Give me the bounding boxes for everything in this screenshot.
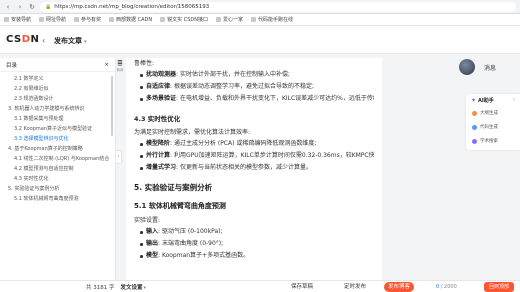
tool-icon [472, 110, 477, 116]
heading-experiment: 5. 实验验证与案例分析 [134, 183, 213, 192]
bookmark-item[interactable]: 爱心一家 [216, 16, 243, 23]
toc-item[interactable]: 2.2 有限维近似 [6, 84, 111, 94]
toc-title: 目录 [6, 62, 18, 69]
bookmark-item[interactable]: 西部数据 CADN [109, 16, 152, 23]
toc-item[interactable]: 4.1 线性二次控制 (LQR) 与Koopman结合 [6, 154, 111, 164]
editor-canvas[interactable]: 鲁棒性: 扰动观测器: 实时估计外部干扰，并在控制输入中补偿; 自适应律: 根据误… [126, 58, 382, 280]
ai-assistant-rail: ✦ AI助手 › 大纲生成 代码生成 学术搜索 [466, 94, 520, 150]
bullet-item: 模型降阶: 通过主成分分析 (PCA) 或稀疏编码降低观测函数维度; [140, 138, 374, 150]
bookmark-icon [109, 17, 115, 22]
bullet-item: 输出: 末端弯曲角度 (0-90°); [140, 238, 374, 250]
bullet-item: 模型: Koopman算子+多项式基函数。 [140, 250, 374, 262]
bullet-item: 扰动观测器: 实时估计外部干扰，并在控制输入中补偿; [140, 69, 374, 81]
toolbar-icon: ≣ [117, 59, 123, 67]
back-arrow-icon[interactable]: ‹ [4, 3, 12, 11]
publish-settings-link[interactable]: 发文设置▾ [121, 283, 147, 291]
editor-footer: 共 3181 字 发文设置▾ 保存草稿 定时发布 发布博客 0 / 2000 回… [0, 280, 520, 292]
toc-item[interactable]: 2.3 规范函数设计 [6, 94, 111, 104]
bookmark-icon [4, 17, 9, 22]
browser-url-bar: ‹ › ↻ 🔒 https://mp.csdn.net/mp_blog/crea… [0, 0, 520, 14]
address-input[interactable]: 🔒 https://mp.csdn.net/mp_blog/creation/e… [40, 1, 516, 12]
bookmark-item[interactable]: 锐文实 CSDN接口 [160, 16, 208, 23]
paragraph: 为满足实时控制需求，需优化算法计算效率: [134, 129, 251, 136]
close-icon[interactable]: × [104, 62, 109, 68]
bullet-item: 自适应律: 根据误差动态调整学习率，避免过拟合导致的不稳定; [140, 81, 374, 93]
toc-item[interactable]: 3. 软机器人动力学建模与系统辨识 [6, 104, 111, 114]
char-counter: 0 / 2000 [436, 284, 457, 290]
bookmark-icon [251, 17, 257, 22]
toc-item[interactable]: 3.1 数据采集与预处理 [6, 114, 111, 124]
toc-header: 目录 × [0, 58, 115, 72]
url-text: https://mp.csdn.net/mp_blog/creation/edi… [54, 3, 210, 10]
back-chevron-icon[interactable]: ‹ [42, 36, 45, 45]
editor-header: CSDN ‹ 发布文章▾ ↶撤销↷重做B加粗I斜体H标题S删除线≡无序≣有序☑待… [0, 26, 520, 75]
messages-link[interactable]: 消息 [484, 63, 496, 72]
save-draft-button[interactable]: 保存草稿 [282, 282, 322, 292]
bullet-item: 多场景验证: 在电机增益、负载和外界干扰变化下，KILC误差减少可达约%，远低于… [140, 93, 374, 105]
bullet-item: 增量式学习: 仅更新与当前状态相关的模型参数，减少计算量。 [140, 162, 374, 174]
heading-realtime: 4.3 实时性优化 [134, 115, 181, 123]
toc-item[interactable]: 4.3 实时性优化 [6, 174, 111, 184]
heading-experiment-1: 5.1 软体机械臂弯曲角度预测 [134, 202, 226, 210]
timed-publish-button[interactable]: 定时发布 [335, 282, 375, 292]
toc-item[interactable]: 3.3 选择模型辨识与优化 [6, 134, 111, 144]
bullet-item: 并行计算: 利用GPU加速矩阵运算，KILC单步计算时间仅需0.32-0.36m… [140, 150, 374, 162]
tool-icon [472, 138, 477, 144]
ai-assistant-button[interactable]: ✦ AI助手 › [466, 94, 520, 106]
bookmark-item[interactable]: 代码能手跑在线 [251, 16, 293, 23]
bullet-list: 模型降阶: 通过主成分分析 (PCA) 或稀疏编码降低观测函数维度; 并行计算: … [134, 138, 374, 174]
paragraph: 鲁棒性: [134, 60, 155, 67]
word-count: 共 3181 字 [86, 284, 115, 291]
paragraph: 实验设置: [134, 217, 161, 224]
collapse-toc-button[interactable]: ‹ [116, 150, 122, 164]
ai-tool-item[interactable]: 代码生成 [466, 120, 520, 134]
avatar[interactable] [459, 59, 475, 75]
back-to-top-button[interactable]: 回到顶部 [484, 282, 514, 292]
chevron-down-icon: ▾ [84, 39, 87, 45]
lock-icon: 🔒 [45, 3, 52, 10]
bookmark-icon [39, 17, 45, 22]
toc-item[interactable]: 3.2 Koopman算子近似与模型验证 [6, 124, 111, 134]
bookmark-item[interactable]: 安装导航 [4, 16, 31, 23]
toc-item[interactable]: 5. 实验验证与案例分析 [6, 184, 111, 194]
toolbar-label: 有序 [116, 68, 124, 72]
toc-item[interactable]: 4.2 模型预测与自适应控制 [6, 164, 111, 174]
csdn-logo[interactable]: CSDN [6, 34, 39, 45]
reload-icon[interactable]: ↻ [28, 3, 36, 11]
page-title[interactable]: 发布文章 ▾ [54, 36, 87, 46]
bookmark-icon [216, 17, 221, 22]
bullet-item: 输入: 驱动气压 (0-100kPa); [140, 226, 374, 238]
forward-arrow-icon[interactable]: › [16, 3, 24, 11]
bullet-list: 扰动观测器: 实时估计外部干扰，并在控制输入中补偿; 自适应律: 根据误差动态调整… [134, 69, 374, 105]
toc-scrollbar[interactable] [111, 76, 113, 136]
bookmark-icon [74, 17, 80, 22]
ai-tool-item[interactable]: 学术搜索 [466, 134, 520, 148]
chevron-right-icon: › [512, 97, 515, 103]
bookmark-item[interactable]: 网址导航 [39, 16, 66, 23]
toc-item[interactable]: 5.1 软体机械臂弯曲角度预测 [6, 194, 111, 204]
bookmark-item[interactable]: 参与有奖 [74, 16, 101, 23]
chevron-down-icon: ▾ [143, 284, 147, 291]
bookmarks-bar: 安装导航 网址导航 参与有奖 西部数据 CADN 锐文实 CSDN接口 爱心一家 代码能手跑… [0, 14, 520, 26]
toc-item[interactable]: 4. 基于Koopman算子的控制策略 [6, 144, 111, 154]
ai-tool-item[interactable]: 大纲生成 [466, 106, 520, 120]
toc-panel: 目录 × 2.1 数学定义 2.2 有限维近似 2.3 规范函数设计 3. 软机器人动… [0, 58, 116, 280]
app-root: ‹ › ↻ 🔒 https://mp.csdn.net/mp_blog/crea… [0, 0, 520, 292]
bullet-list: 输入: 驱动气压 (0-100kPa); 输出: 末端弯曲角度 (0-90°); 模… [134, 226, 374, 262]
sparkle-icon: ✦ [471, 96, 477, 104]
publish-button[interactable]: 发布博客 [384, 282, 414, 292]
tool-icon [472, 124, 477, 130]
toc-list: 2.1 数学定义 2.2 有限维近似 2.3 规范函数设计 3. 软机器人动力学建模与… [0, 72, 115, 204]
bookmark-icon [160, 17, 166, 22]
toc-item[interactable]: 2.1 数学定义 [6, 74, 111, 84]
